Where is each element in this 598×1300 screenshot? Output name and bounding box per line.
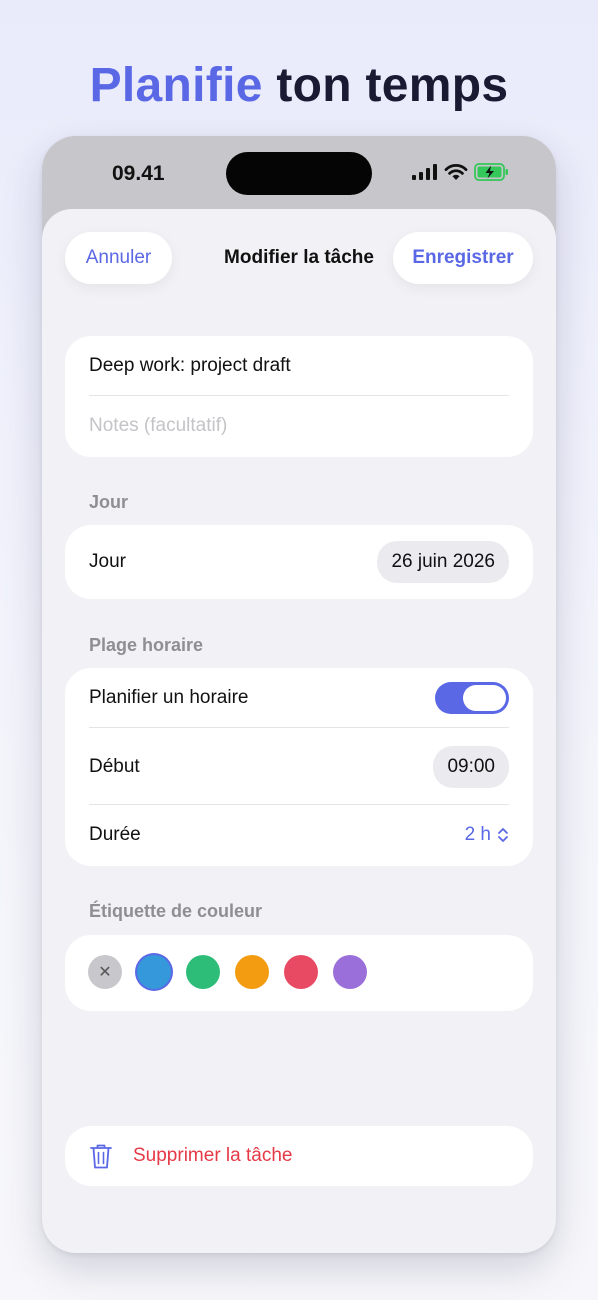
day-section-header: Jour bbox=[89, 492, 129, 512]
divider bbox=[89, 804, 509, 805]
delete-task-label: Supprimer la tâche bbox=[133, 1145, 293, 1166]
color-swatch-green[interactable] bbox=[186, 955, 220, 989]
color-card: ✕ bbox=[65, 935, 533, 1011]
task-details-card: Deep work: project draft Notes (facultat… bbox=[65, 336, 533, 457]
date-picker[interactable]: 26 juin 2026 bbox=[377, 541, 509, 583]
time-card: Planifier un horaire Début 09:00 Durée 2… bbox=[65, 668, 533, 866]
save-button[interactable]: Enregistrer bbox=[393, 232, 533, 284]
chevron-up-down-icon bbox=[498, 828, 508, 842]
duration-label: Durée bbox=[89, 824, 141, 845]
headline-rest: ton temps bbox=[276, 59, 509, 112]
color-swatch-blue[interactable] bbox=[137, 955, 171, 989]
color-swatch-purple[interactable] bbox=[333, 955, 367, 989]
color-section-header: Étiquette de couleur bbox=[89, 901, 263, 921]
divider bbox=[89, 395, 509, 396]
headline: Planifie ton temps bbox=[0, 58, 598, 113]
day-label: Jour bbox=[89, 551, 126, 572]
color-swatch-orange[interactable] bbox=[235, 955, 269, 989]
notes-field[interactable]: Notes (facultatif) bbox=[89, 412, 509, 440]
color-swatch-red[interactable] bbox=[284, 955, 318, 989]
start-time-picker[interactable]: 09:00 bbox=[433, 746, 509, 788]
start-row: Début 09:00 bbox=[89, 746, 509, 788]
duration-row: Durée 2 h bbox=[89, 819, 509, 851]
schedule-row: Planifier un horaire bbox=[89, 682, 509, 714]
divider bbox=[89, 727, 509, 728]
signal-icon bbox=[412, 164, 437, 180]
battery-charging-icon bbox=[474, 163, 508, 181]
delete-task-button[interactable]: Supprimer la tâche bbox=[65, 1126, 533, 1186]
schedule-toggle[interactable] bbox=[435, 682, 509, 714]
toggle-knob bbox=[463, 685, 506, 711]
task-title-field[interactable]: Deep work: project draft bbox=[89, 352, 509, 380]
day-row: Jour 26 juin 2026 bbox=[89, 541, 509, 583]
trash-icon bbox=[90, 1144, 112, 1169]
status-icons bbox=[412, 163, 510, 181]
duration-value: 2 h bbox=[464, 824, 491, 845]
time-section-header: Plage horaire bbox=[89, 635, 204, 655]
dynamic-island bbox=[226, 152, 372, 195]
edit-task-sheet: Annuler Modifier la tâche Enregistrer De… bbox=[42, 209, 556, 1253]
day-card: Jour 26 juin 2026 bbox=[65, 525, 533, 599]
close-icon: ✕ bbox=[98, 964, 112, 981]
schedule-label: Planifier un horaire bbox=[89, 687, 249, 708]
duration-picker[interactable]: 2 h bbox=[465, 824, 509, 846]
status-time: 09.41 bbox=[112, 162, 165, 185]
phone-frame: 09.41 Annuler Modifier la tâche Enregist… bbox=[42, 136, 556, 1253]
start-label: Début bbox=[89, 756, 140, 777]
headline-accent: Planifie bbox=[89, 59, 263, 112]
wifi-icon bbox=[444, 164, 468, 180]
color-swatch-none[interactable]: ✕ bbox=[88, 955, 122, 989]
